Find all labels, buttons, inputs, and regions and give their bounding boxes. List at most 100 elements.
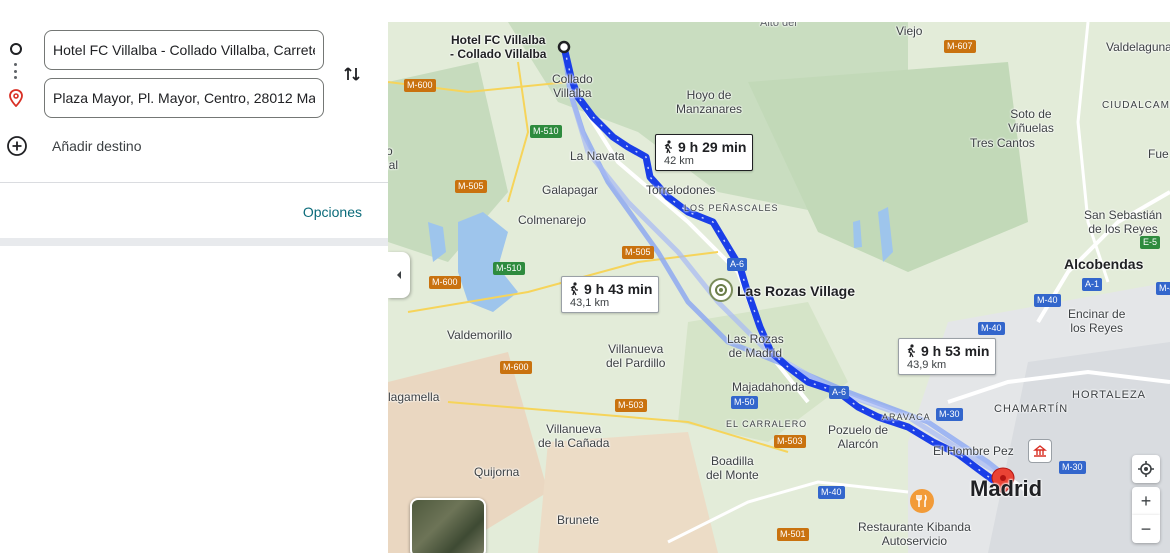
road-shield: M-501 xyxy=(777,528,809,541)
town-label: Quijorna xyxy=(474,465,520,479)
swap-waypoints-button[interactable] xyxy=(336,58,368,90)
town-label: Pozuelo de Alarcón xyxy=(828,423,889,451)
origin-label: Hotel FC Villalba - Collado Villalba xyxy=(450,33,547,61)
my-location-button[interactable] xyxy=(1132,455,1160,483)
map-top-strip xyxy=(388,0,1170,22)
peak-label: Alto del xyxy=(760,22,797,29)
route-time: 9 h 29 min xyxy=(678,139,747,155)
add-destination-button[interactable]: Añadir destino xyxy=(0,130,388,162)
route-time: 9 h 53 min xyxy=(921,343,990,359)
district-label: HORTALEZA xyxy=(1072,389,1146,401)
restaurant-poi-icon[interactable] xyxy=(910,489,934,513)
directions-panel: Añadir destino Opciones xyxy=(0,0,388,553)
district-label: EL CARRALERO xyxy=(726,419,808,429)
town-label: Colmenarejo xyxy=(518,213,587,227)
poi-label[interactable]: Restaurante Kibanda Autoservicio xyxy=(858,520,971,548)
town-label: o xyxy=(388,144,393,158)
road-shield: M-30 xyxy=(936,408,963,421)
panel-divider xyxy=(0,182,388,183)
route-option-2[interactable]: 9 h 43 min 43,1 km xyxy=(561,276,660,313)
road-shield: M-50 xyxy=(731,396,758,409)
town-label: Villanueva del Pardillo xyxy=(606,342,666,370)
town-label: Viejo xyxy=(896,24,923,38)
town-label: Majadahonda xyxy=(732,380,805,394)
walk-icon xyxy=(570,282,578,296)
city-label: Madrid xyxy=(970,476,1043,501)
road-shield: M-40 xyxy=(818,486,845,499)
origin-circle-icon xyxy=(10,43,22,55)
chevron-left-icon xyxy=(397,270,401,279)
poi-label[interactable]: Las Rozas Village xyxy=(737,284,855,298)
city-label: Alcobendas xyxy=(1064,256,1144,272)
town-label: Tres Cantos xyxy=(970,136,1035,150)
road-shield: M-505 xyxy=(622,246,654,259)
town-label: Boadilla del Monte xyxy=(706,454,759,482)
road-shield: M-510 xyxy=(530,125,562,138)
district-label: LOS PEÑASCALES xyxy=(684,203,779,213)
road-shield: M-503 xyxy=(615,399,647,412)
town-label: Soto de Viñuelas xyxy=(1008,107,1054,135)
road-shield: M-510 xyxy=(493,262,525,275)
road-shield: M-503 xyxy=(774,435,806,448)
destination-input[interactable] xyxy=(44,78,324,118)
layers-toggle-button[interactable] xyxy=(410,498,486,553)
town-label: Las Rozas de Madrid xyxy=(727,332,784,360)
maps-app: Añadir destino Opciones xyxy=(0,0,1170,553)
origin-input[interactable] xyxy=(44,30,324,70)
town-label: Hoyo de Manzanares xyxy=(676,88,743,116)
town-label: Encinar de los Reyes xyxy=(1068,307,1126,335)
options-link[interactable]: Opciones xyxy=(303,204,362,220)
poi-label[interactable]: El Hombre Pez xyxy=(933,444,1014,458)
road-shield: M-600 xyxy=(500,361,532,374)
town-label: San Sebastián de los Reyes xyxy=(1084,208,1163,236)
town-label: Collado Villalba xyxy=(552,72,593,100)
waypoint-dots-icon xyxy=(14,63,18,79)
museum-poi-icon[interactable] xyxy=(1028,439,1052,463)
add-circle-icon xyxy=(7,136,27,156)
collapse-panel-button[interactable] xyxy=(388,252,410,298)
panel-separator-band xyxy=(0,238,388,246)
route-distance: 42 km xyxy=(664,155,694,167)
road-shield: A-6 xyxy=(829,386,850,399)
town-label: Brunete xyxy=(557,513,600,527)
town-label: Villanueva de la Cañada xyxy=(538,422,610,450)
road-shield: M-40 xyxy=(1156,282,1170,295)
town-label: Fue xyxy=(1148,147,1169,161)
town-label: Valdemorillo xyxy=(447,328,513,342)
route-time: 9 h 43 min xyxy=(584,281,653,297)
town-label: La Navata xyxy=(570,149,625,163)
shopping-poi-icon[interactable] xyxy=(709,278,733,302)
town-label: lagamella xyxy=(388,390,440,404)
zoom-in-button[interactable]: + xyxy=(1132,487,1160,515)
walk-icon xyxy=(664,140,672,154)
destination-pin-icon xyxy=(9,89,23,107)
road-shield: M-40 xyxy=(978,322,1005,335)
town-label: ial xyxy=(388,158,399,172)
road-shield: E-5 xyxy=(1140,236,1161,249)
origin-marker-icon[interactable] xyxy=(557,40,571,54)
town-label: Valdelaguna xyxy=(1106,40,1170,54)
district-label: CIUDALCAMPO xyxy=(1102,100,1170,111)
road-shield: A-6 xyxy=(727,258,748,271)
town-label: Torrelodones xyxy=(646,183,716,197)
map-canvas[interactable]: Hotel FC Villalba - Collado Villalba Coll… xyxy=(388,22,1170,553)
district-label: ARAVACA xyxy=(882,412,931,422)
route-distance: 43,1 km xyxy=(570,297,610,309)
road-shield: M-505 xyxy=(455,180,487,193)
road-shield: M-600 xyxy=(404,79,436,92)
add-destination-label: Añadir destino xyxy=(52,138,142,154)
road-shield: M-30 xyxy=(1059,461,1086,474)
district-label: CHAMARTÍN xyxy=(994,403,1069,415)
road-shield: M-607 xyxy=(944,40,976,53)
route-option-1[interactable]: 9 h 29 min 42 km xyxy=(655,134,754,171)
walk-icon xyxy=(907,344,915,358)
road-shield: A-1 xyxy=(1082,278,1103,291)
road-shield: M-600 xyxy=(429,276,461,289)
swap-arrows-icon xyxy=(344,67,360,81)
crosshair-icon xyxy=(1138,461,1154,477)
road-shield: M-40 xyxy=(1034,294,1061,307)
zoom-out-button[interactable]: − xyxy=(1132,515,1160,543)
route-distance: 43,9 km xyxy=(907,359,947,371)
town-label: Galapagar xyxy=(542,183,599,197)
route-option-3[interactable]: 9 h 53 min 43,9 km xyxy=(898,338,997,375)
